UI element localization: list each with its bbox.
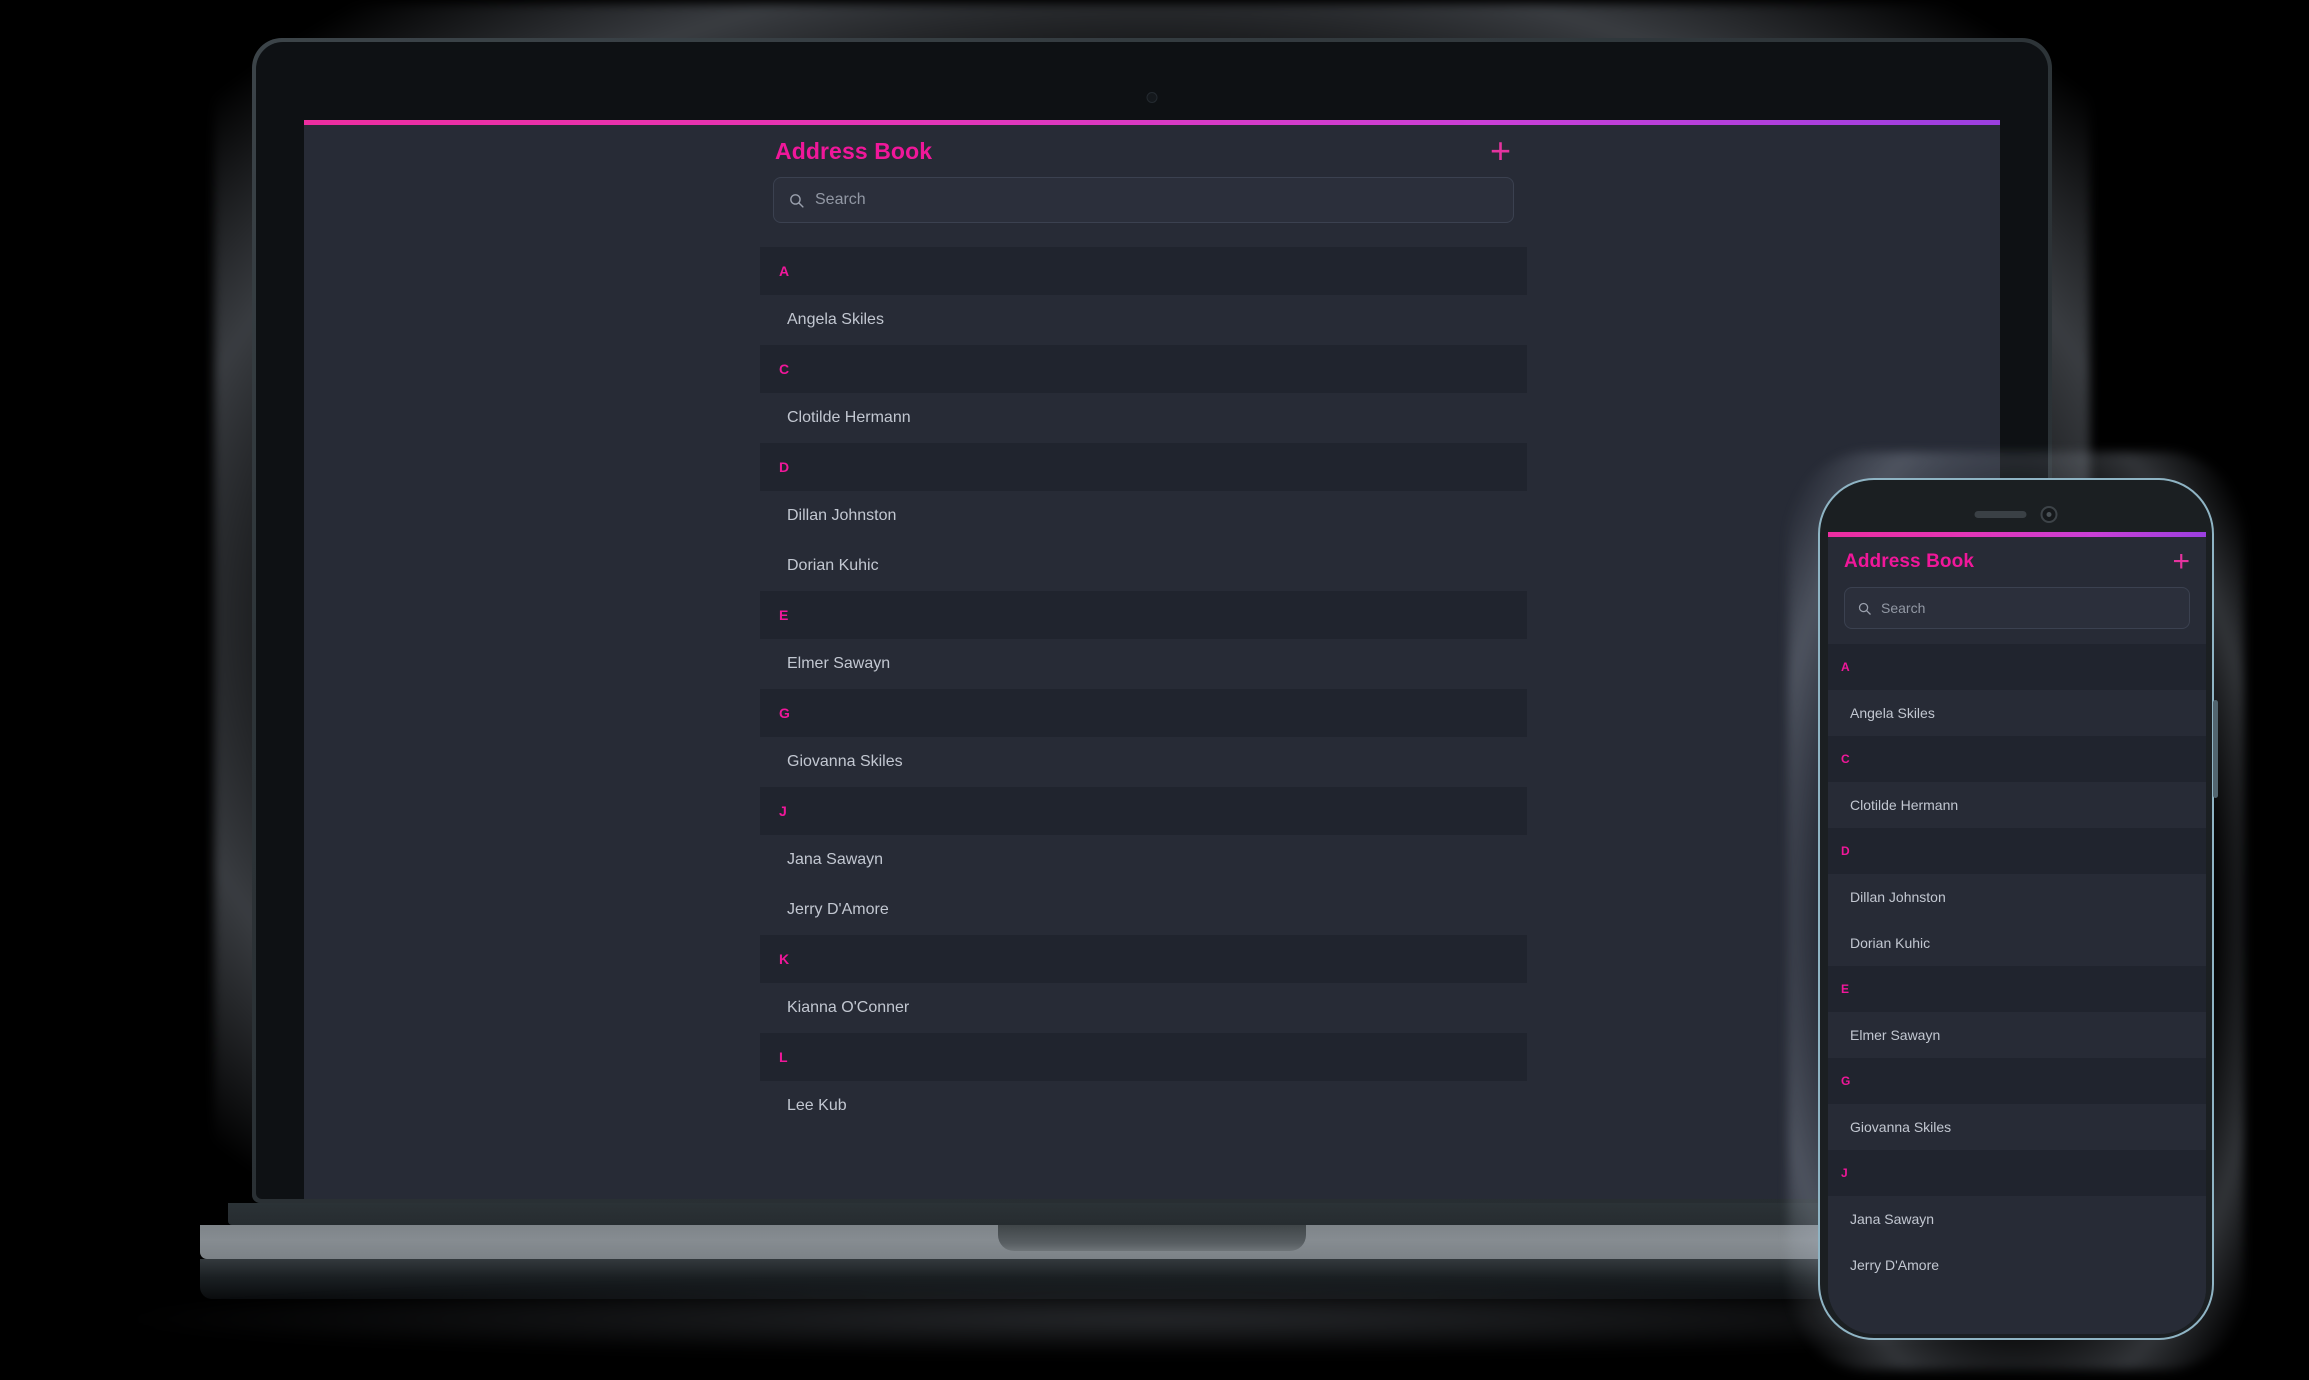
- contact-row[interactable]: Elmer Sawayn: [760, 639, 1527, 689]
- address-book-app-mobile: Address Book + AAngela Skile: [1828, 537, 2206, 1334]
- contact-row[interactable]: Dorian Kuhic: [760, 541, 1527, 591]
- phone-body: Address Book + AAngela Skile: [1818, 478, 2214, 1340]
- app-header-desktop: Address Book +: [760, 125, 1527, 177]
- laptop-bezel: Address Book + Search A Angela Skiles C …: [256, 42, 2048, 1199]
- page-title: Address Book: [775, 137, 933, 164]
- contact-row[interactable]: Dorian Kuhic: [1828, 920, 2206, 966]
- address-book-app-desktop: Address Book + Search A Angela Skiles C …: [760, 125, 1527, 1131]
- contact-row[interactable]: Jana Sawayn: [1828, 1196, 2206, 1242]
- contact-row[interactable]: Clotilde Hermann: [760, 393, 1527, 443]
- contact-row[interactable]: Dillan Johnston: [1828, 874, 2206, 920]
- contact-row[interactable]: Angela Skiles: [760, 295, 1527, 345]
- contact-row[interactable]: Giovanna Skiles: [760, 737, 1527, 787]
- contact-row[interactable]: Jana Sawayn: [760, 835, 1527, 885]
- section-header-l: L: [760, 1033, 1527, 1081]
- section-header-e: E: [1828, 966, 2206, 1012]
- front-camera-icon: [2040, 506, 2058, 523]
- contact-row[interactable]: Jerry D'Amore: [760, 885, 1527, 935]
- add-contact-button[interactable]: +: [1490, 133, 1511, 169]
- phone-mockup: Address Book + AAngela Skile: [1788, 452, 2244, 1370]
- section-header-e: E: [760, 591, 1527, 639]
- laptop-screen: Address Book + Search A Angela Skiles C …: [304, 120, 2000, 1199]
- section-header-c: C: [760, 345, 1527, 393]
- camera-dot-icon: [1146, 92, 1158, 103]
- contact-row[interactable]: Kianna O'Conner: [760, 983, 1527, 1033]
- search-input[interactable]: [815, 191, 1499, 209]
- contact-row[interactable]: Elmer Sawayn: [1828, 1012, 2206, 1058]
- section-header-c: C: [1828, 736, 2206, 782]
- speaker-grille-icon: [1974, 511, 2027, 518]
- laptop-app-column: Address Book + Search A Angela Skiles C …: [760, 125, 1527, 1131]
- section-header-k: K: [760, 935, 1527, 983]
- contact-list-mobile: A Angela Skiles C Clotilde Hermann D Dillan J…: [1828, 644, 2206, 1288]
- scene: Address Book + Search A Angela Skiles C …: [0, 0, 2309, 1380]
- contact-row[interactable]: Jerry D'Amore: [1828, 1242, 2206, 1288]
- section-header-a: A: [1828, 644, 2206, 690]
- spacer: [760, 223, 1527, 247]
- page-title-mobile: Address Book: [1844, 551, 1975, 572]
- search-icon-mobile: [1857, 601, 1872, 616]
- section-header-g: G: [760, 689, 1527, 737]
- search-icon: [788, 192, 805, 209]
- contact-row[interactable]: Dillan Johnston: [760, 491, 1527, 541]
- laptop-lid: Address Book + Search A Angela Skiles C …: [252, 38, 2052, 1203]
- section-header-j: J: [760, 787, 1527, 835]
- section-header-g: G: [1828, 1058, 2206, 1104]
- contact-row[interactable]: Lee Kub: [760, 1081, 1527, 1131]
- section-header-a: A: [760, 247, 1527, 295]
- power-button[interactable]: [2213, 700, 2218, 798]
- contact-list-desktop: A Angela Skiles C Clotilde Hermann D Dillan J…: [760, 247, 1527, 1131]
- section-header-j: J: [1828, 1150, 2206, 1196]
- laptop-mockup: Address Book + Search A Angela Skiles C …: [132, 4, 2172, 1354]
- contact-row[interactable]: Giovanna Skiles: [1828, 1104, 2206, 1150]
- laptop-base-notch: [998, 1225, 1306, 1251]
- section-header-d: D: [760, 443, 1527, 491]
- app-header-mobile: Address Book +: [1828, 537, 2206, 587]
- search-input-mobile[interactable]: [1881, 600, 2177, 616]
- search-bar-desktop[interactable]: [773, 177, 1514, 223]
- add-contact-button-mobile[interactable]: +: [2172, 547, 2190, 577]
- contact-row[interactable]: Clotilde Hermann: [1828, 782, 2206, 828]
- spacer-mobile: [1828, 629, 2206, 644]
- phone-screen: Address Book + AAngela Skile: [1828, 532, 2206, 1334]
- section-header-d: D: [1828, 828, 2206, 874]
- search-bar-mobile[interactable]: [1844, 587, 2190, 629]
- phone-top-hardware: [1974, 506, 2058, 523]
- contact-row[interactable]: Angela Skiles: [1828, 690, 2206, 736]
